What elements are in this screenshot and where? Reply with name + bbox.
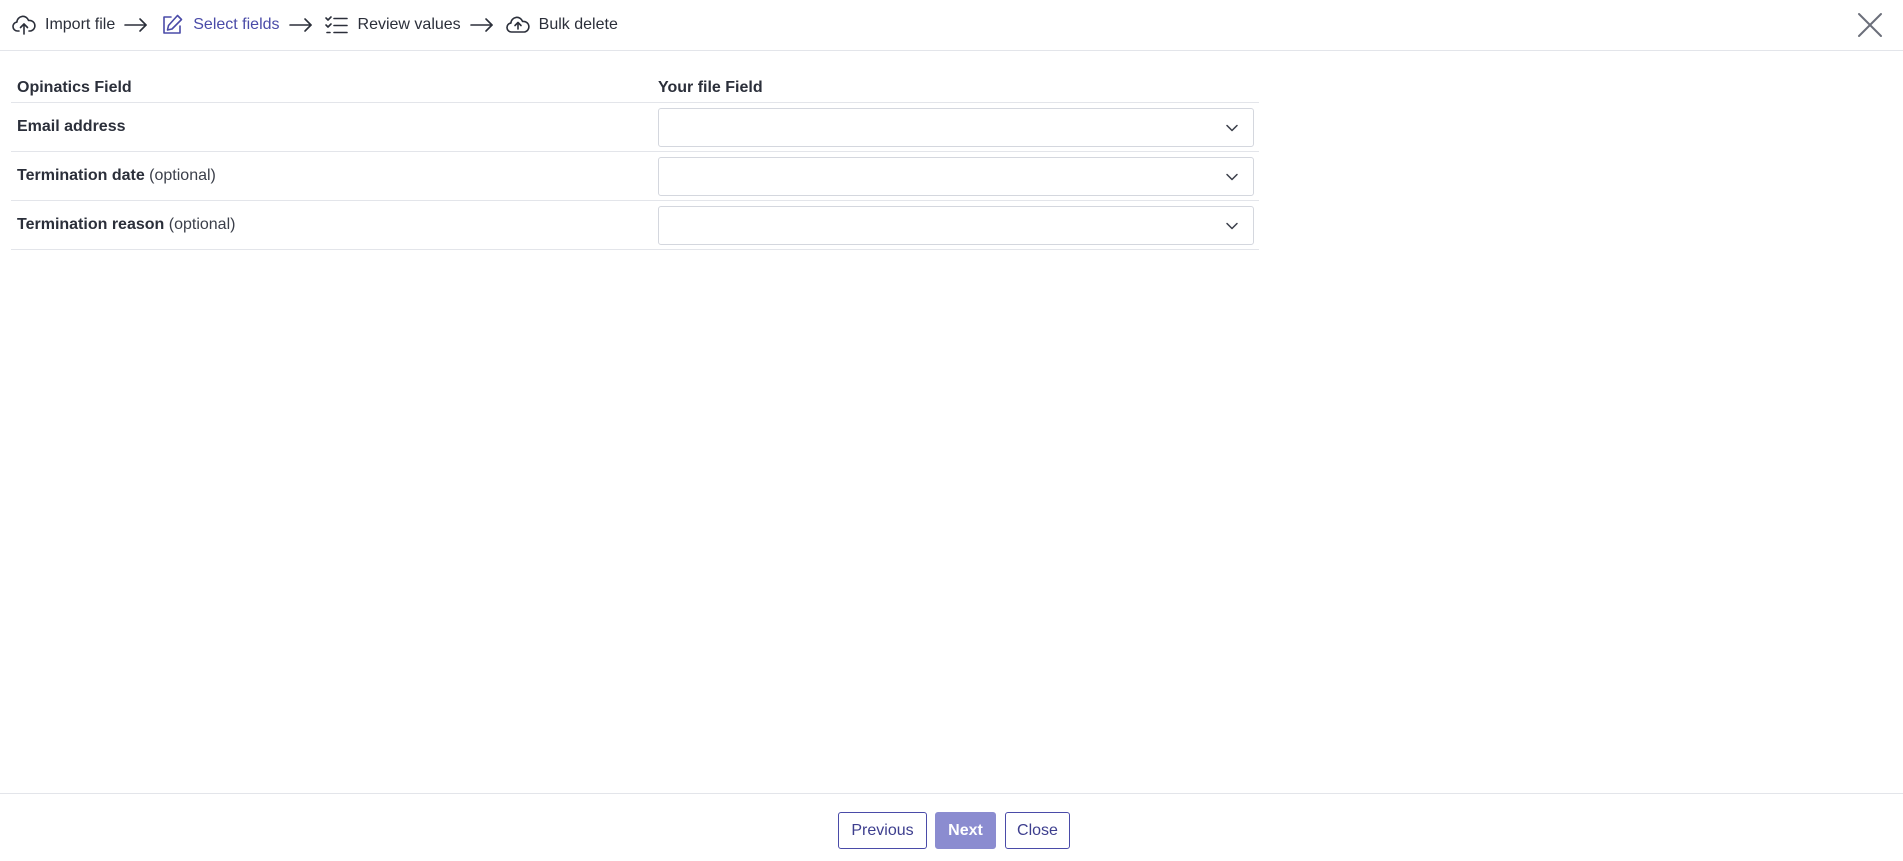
next-button[interactable]: Next	[935, 812, 996, 849]
step-label: Import file	[45, 16, 116, 33]
previous-button[interactable]: Previous	[838, 812, 927, 849]
cloud-upload-icon	[505, 12, 531, 38]
column-header-opinatics-field: Opinatics Field	[17, 78, 132, 96]
arrow-right-icon	[288, 16, 314, 34]
step-review-values[interactable]: Review values	[324, 12, 461, 38]
termination-date-select[interactable]	[658, 156, 1254, 196]
termination-reason-select[interactable]	[658, 205, 1254, 245]
step-bar: Import file Select fields Review values	[0, 0, 1903, 51]
close-button[interactable]: Close	[1005, 812, 1070, 849]
step-select-fields[interactable]: Select fields	[159, 12, 280, 38]
step-import-file[interactable]: Import file	[11, 12, 115, 38]
column-header-file-field: Your file Field	[658, 78, 763, 96]
optional-suffix: (optional)	[168, 216, 236, 233]
arrow-right-icon	[123, 16, 149, 34]
edit-icon	[159, 12, 185, 38]
field-name: Termination date	[17, 167, 145, 184]
table-row: Termination date (optional)	[11, 152, 1259, 201]
field-label: Email address	[11, 118, 658, 136]
chevron-down-icon	[1225, 121, 1239, 135]
arrow-right-icon	[469, 16, 495, 34]
field-label: Termination reason (optional)	[11, 216, 658, 234]
field-name: Email address	[17, 118, 126, 135]
email-address-select[interactable]	[658, 107, 1254, 147]
step-label: Select fields	[193, 16, 280, 33]
table-row: Email address	[11, 103, 1259, 152]
field-mapping-table: Opinatics Field Your file Field Email ad…	[11, 73, 1259, 250]
optional-suffix: (optional)	[149, 167, 216, 184]
step-label: Review values	[357, 16, 461, 33]
cloud-upload-icon	[11, 12, 37, 38]
footer-bar: Previous Next Close	[0, 793, 1903, 861]
chevron-down-icon	[1225, 219, 1239, 233]
table-row: Termination reason (optional)	[11, 201, 1259, 250]
checklist-icon	[324, 12, 350, 38]
close-icon[interactable]	[1855, 10, 1885, 40]
field-label: Termination date (optional)	[11, 167, 658, 185]
step-bulk-delete[interactable]: Bulk delete	[505, 12, 618, 38]
chevron-down-icon	[1225, 170, 1239, 184]
step-label: Bulk delete	[538, 16, 618, 33]
table-header: Opinatics Field Your file Field	[11, 73, 1259, 103]
field-name: Termination reason	[17, 216, 165, 233]
